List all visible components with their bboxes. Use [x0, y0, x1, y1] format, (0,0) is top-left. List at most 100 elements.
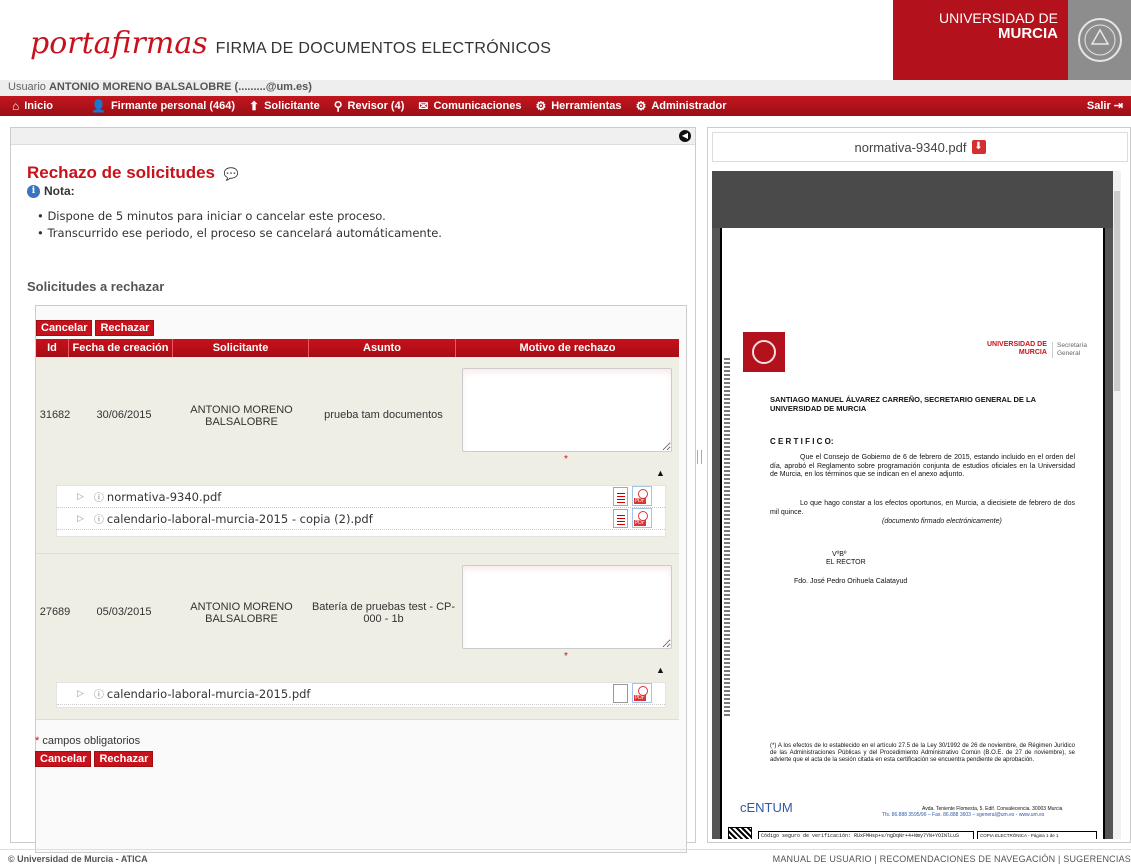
reason-textarea[interactable]: [462, 565, 672, 649]
expand-arrow-icon[interactable]: ▷: [77, 514, 84, 524]
file-name[interactable]: calendario-laboral-murcia-2015.pdf: [107, 687, 311, 701]
scroll-thumb[interactable]: [1114, 191, 1120, 391]
nav-solicitante[interactable]: ⬆ Solicitante: [249, 99, 320, 113]
viewer-toolbar: [712, 171, 1121, 228]
file-info-icon[interactable]: ⓘ: [94, 686, 104, 701]
expand-arrow-icon[interactable]: ▷: [77, 689, 84, 699]
required-note: * campos obligatorios: [35, 735, 140, 747]
collapse-panel-icon[interactable]: ◀: [679, 130, 691, 142]
collapse-row-icon[interactable]: ▲: [656, 468, 665, 478]
footer-links[interactable]: MANUAL DE USUARIO | RECOMENDACIONES DE N…: [773, 854, 1131, 864]
document-icon[interactable]: [613, 487, 628, 506]
arrow-up-icon: ⬆: [249, 99, 260, 113]
panel-topbar: ◀: [11, 128, 695, 145]
row-date: 30/06/2015: [96, 409, 152, 421]
col-id[interactable]: Id: [36, 339, 69, 357]
panel-resize-handle[interactable]: [697, 450, 702, 464]
document-icon[interactable]: [613, 509, 628, 528]
pdf-viewer[interactable]: UNIVERSIDAD DE MURCIA Secretaría General…: [712, 171, 1121, 839]
file-item[interactable]: ▷ ⓘ normativa-9340.pdf: [57, 486, 665, 508]
required-mark: *: [35, 735, 40, 747]
note-heading: i Nota:: [27, 184, 75, 198]
file-list: ▷ ⓘ normativa-9340.pdf ▷ ⓘ calendario-la…: [56, 485, 666, 537]
nav-label: Revisor (4): [347, 100, 405, 112]
note-item: Dispone de 5 minutos para iniciar o canc…: [37, 208, 442, 225]
comment-icon[interactable]: 💬: [224, 167, 239, 181]
requests-box: Cancelar Rechazar Id Fecha de creación S…: [35, 305, 687, 853]
gear-icon: ⚙: [535, 99, 547, 113]
person-icon: 👤: [90, 99, 106, 113]
nav-label: Inicio: [24, 100, 53, 112]
logout-label: Salir: [1086, 99, 1111, 112]
row-applicant: ANTONIO MORENO BALSALOBRE: [190, 404, 293, 428]
doc-signed-note: (documento firmado electrónicamente): [882, 518, 1002, 525]
col-subject[interactable]: Asunto: [309, 339, 456, 357]
file-name[interactable]: calendario-laboral-murcia-2015 - copia (…: [107, 512, 373, 526]
file-item[interactable]: ▷ ⓘ calendario-laboral-murcia-2015.pdf: [57, 683, 665, 705]
doc-certifico: C E R T I F I C O:: [770, 437, 834, 446]
nav-label: Comunicaciones: [433, 100, 522, 112]
header: portafirmas FIRMA DE DOCUMENTOS ELECTRÓN…: [0, 0, 1131, 80]
file-item[interactable]: ▷ ⓘ calendario-laboral-murcia-2015 - cop…: [57, 508, 665, 530]
doc-paragraph: Lo que hago constar a los efectos oportu…: [770, 500, 1075, 516]
magnifier-icon: ⚲: [333, 99, 343, 113]
doc-sec-line2: General: [1057, 350, 1081, 357]
pdf-icon[interactable]: [632, 486, 652, 506]
required-note-text: campos obligatorios: [42, 735, 141, 747]
file-name[interactable]: normativa-9340.pdf: [107, 490, 221, 504]
doc-footnote: (*) A los efectos de lo establecido en e…: [770, 743, 1075, 763]
user-prefix: Usuario: [8, 81, 46, 93]
exit-icon: ⇥: [1113, 100, 1123, 112]
file-info-icon[interactable]: ⓘ: [94, 489, 104, 504]
gears-icon: ⚙: [635, 99, 647, 113]
col-date[interactable]: Fecha de creación: [69, 339, 173, 357]
doc-paragraph: Que el Consejo de Gobierno de 6 de febre…: [770, 454, 1075, 478]
file-info-icon[interactable]: ⓘ: [94, 511, 104, 526]
nav-firmante-personal[interactable]: 👤 Firmante personal (464): [91, 99, 235, 113]
doc-secretaria: Secretaría General: [1052, 342, 1087, 358]
cancel-button[interactable]: Cancelar: [36, 320, 93, 336]
col-reason[interactable]: Motivo de rechazo: [456, 339, 679, 357]
user-bar: Usuario ANTONIO MORENO BALSALOBRE (.....…: [0, 80, 1131, 96]
nav-herramientas[interactable]: ⚙ Herramientas: [535, 99, 621, 113]
pdf-page: UNIVERSIDAD DE MURCIA Secretaría General…: [720, 228, 1105, 839]
university-line2: MURCIA: [998, 25, 1058, 42]
info-icon: i: [27, 184, 40, 198]
collapse-row-icon[interactable]: ▲: [656, 665, 665, 675]
pdf-filename-bar: normativa-9340.pdf ⬇: [712, 132, 1128, 162]
university-brand[interactable]: UNIVERSIDAD DE MURCIA: [893, 0, 1068, 80]
nav-revisor[interactable]: ⚲ Revisor (4): [334, 99, 405, 113]
nav-comunicaciones[interactable]: ✉ Comunicaciones: [418, 99, 521, 113]
blank-document-icon[interactable]: [613, 684, 628, 703]
expand-arrow-icon[interactable]: ▷: [77, 492, 84, 502]
reject-button[interactable]: Rechazar: [94, 751, 154, 767]
nav-administrador[interactable]: ⚙ Administrador: [636, 99, 727, 113]
reason-textarea[interactable]: [462, 368, 672, 452]
reject-button[interactable]: Rechazar: [95, 320, 155, 336]
footer: © Universidad de Murcia - ATICA MANUAL D…: [0, 849, 1131, 865]
col-applicant[interactable]: Solicitante: [173, 339, 309, 357]
table-row: 31682 30/06/2015 ANTONIO MORENO BALSALOB…: [36, 357, 679, 554]
portafirmas-logo[interactable]: portafirmas FIRMA DE DOCUMENTOS ELECTRÓN…: [30, 26, 551, 61]
doc-heading: SANTIAGO MANUEL ÁLVAREZ CARREÑO, SECRETA…: [770, 395, 1036, 413]
nav-label: Firmante personal (464): [110, 100, 236, 112]
doc-university: UNIVERSIDAD DE MURCIA: [987, 341, 1047, 357]
university-seal-icon: [1068, 0, 1131, 80]
row-applicant: ANTONIO MORENO BALSALOBRE: [190, 601, 293, 625]
cancel-button[interactable]: Cancelar: [35, 751, 92, 767]
pdf-preview-panel: normativa-9340.pdf ⬇ UNIVERSIDAD DE MURC…: [707, 127, 1131, 843]
main-nav: ⌂ Inicio 👤 Firmante personal (464) ⬆ Sol…: [0, 96, 1131, 116]
viewer-scrollbar[interactable]: [1113, 171, 1121, 839]
note-list: Dispone de 5 minutos para iniciar o canc…: [37, 208, 442, 242]
row-subject: Batería de pruebas test - CP-000 - 1b: [311, 601, 456, 625]
doc-univ-line1: UNIVERSIDAD DE: [987, 341, 1047, 348]
logout-button[interactable]: Salir ⇥: [1086, 99, 1123, 113]
row-id: 31682: [39, 409, 71, 421]
table-row: 27689 05/03/2015 ANTONIO MORENO BALSALOB…: [36, 554, 679, 720]
download-icon[interactable]: ⬇: [971, 140, 986, 154]
pdf-icon[interactable]: [632, 683, 652, 703]
bottom-actions: Cancelar Rechazar: [35, 751, 154, 767]
nav-inicio[interactable]: ⌂ Inicio: [12, 99, 53, 113]
nav-label: Administrador: [651, 100, 727, 112]
pdf-icon[interactable]: [632, 508, 652, 528]
